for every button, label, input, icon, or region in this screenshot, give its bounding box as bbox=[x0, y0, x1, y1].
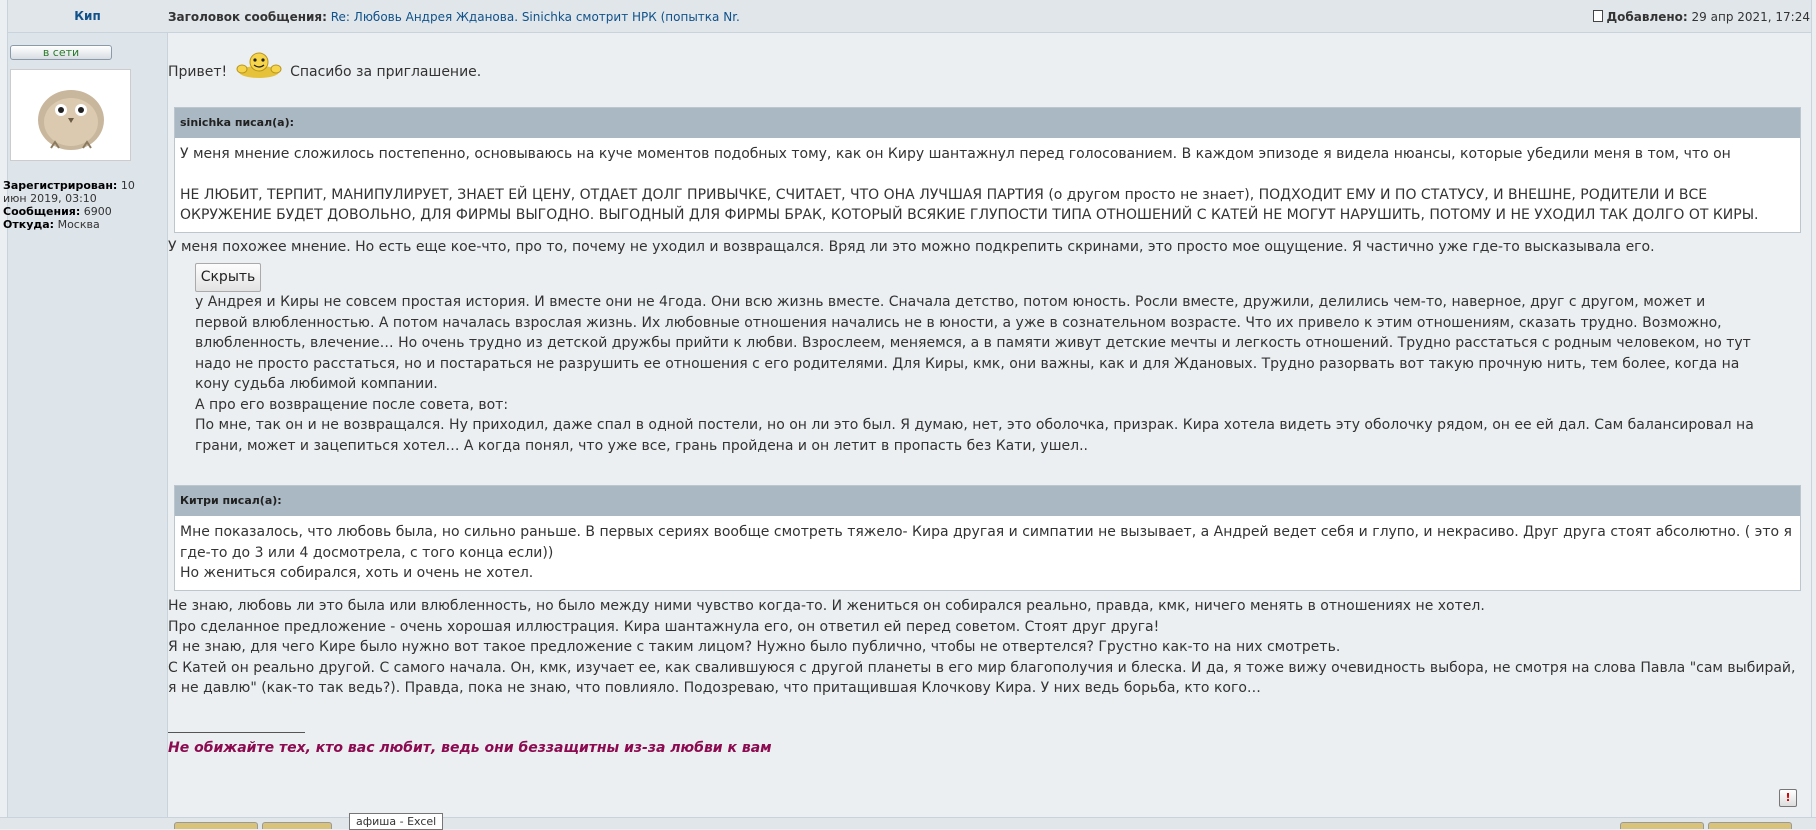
profile-info: Зарегистрирован: 10 июн 2019, 03:10 Сооб… bbox=[3, 179, 153, 231]
quote-author: Китри писал(а): bbox=[175, 486, 1800, 516]
spoiler-paragraph: у Андрея и Киры не совсем простая истори… bbox=[195, 294, 1751, 392]
quote-body: Мне показалось, что любовь была, но силь… bbox=[175, 516, 1800, 590]
quote-paragraph: Но жениться собирался, хоть и очень не х… bbox=[180, 565, 534, 581]
quote-body: У меня мнение сложилось постепенно, осно… bbox=[175, 138, 1800, 232]
hands-clap-smiley-icon bbox=[236, 52, 282, 80]
messages-value: 6900 bbox=[83, 205, 112, 218]
added-label: Добавлено: bbox=[1606, 10, 1688, 24]
author-name[interactable]: Кип bbox=[8, 9, 167, 23]
post-date: Добавлено: 29 апр 2021, 17:24 bbox=[1593, 10, 1810, 24]
subject-link[interactable]: Re: Любовь Андрея Жданова. Sinichka смот… bbox=[331, 10, 740, 24]
reply-line: Я не знаю, для чего Кире было нужно вот … bbox=[168, 639, 1341, 655]
added-date: 29 апр 2021, 17:24 bbox=[1691, 10, 1810, 24]
signature-text: Не обижайте тех, кто вас любит, ведь они… bbox=[168, 740, 772, 756]
reply-paragraph: У меня похожее мнение. Но есть еще кое-ч… bbox=[168, 239, 1655, 255]
report-post-icon[interactable]: ! bbox=[1779, 789, 1797, 807]
spoiler-content: у Андрея и Киры не совсем простая истори… bbox=[195, 292, 1755, 456]
from-label: Откуда: bbox=[3, 218, 55, 231]
spoiler-paragraph: А про его возвращение после совета, вот: bbox=[195, 396, 509, 413]
quote-paragraph: У меня мнение сложилось постепенно, осно… bbox=[180, 146, 1731, 162]
reply-block: Не знаю, любовь ли это была или влюбленн… bbox=[168, 596, 1798, 699]
post-subject: Заголовок сообщения: Re: Любовь Андрея Ж… bbox=[168, 10, 740, 24]
quote-paragraph: Мне показалось, что любовь была, но силь… bbox=[180, 524, 1792, 561]
taskbar-tooltip: афиша - Excel bbox=[349, 813, 444, 830]
quote-paragraph: НЕ ЛЮБИТ, ТЕРПИТ, МАНИПУЛИРУЕТ, ЗНАЕТ ЕЙ… bbox=[180, 186, 1759, 224]
quote-block-sinichka: sinichka писал(а): У меня мнение сложило… bbox=[174, 107, 1801, 233]
online-status-badge: в сети bbox=[10, 45, 112, 60]
spoiler-paragraph: По мне, так он и не возвращался. Ну прих… bbox=[195, 417, 1754, 454]
fluffy-owl-avatar-icon bbox=[11, 70, 130, 160]
post-link-icon[interactable] bbox=[1593, 10, 1604, 22]
quote-author: sinichka писал(а): bbox=[175, 108, 1800, 138]
greeting-before: Привет! bbox=[168, 64, 228, 80]
avatar bbox=[10, 69, 131, 161]
messages-label: Сообщения: bbox=[3, 205, 81, 218]
from-value: Москва bbox=[57, 218, 100, 231]
reply-line: С Катей он реально другой. С самого нача… bbox=[168, 659, 1796, 697]
subject-label: Заголовок сообщения: bbox=[168, 10, 327, 24]
registered-label: Зарегистрирован: bbox=[3, 179, 118, 192]
spoiler-hide-button[interactable]: Скрыть bbox=[195, 263, 261, 292]
reply-line: Про сделанное предложение - очень хороша… bbox=[168, 618, 1160, 635]
reply-line: Не знаю, любовь ли это была или влюбленн… bbox=[168, 598, 1485, 614]
greeting-line: Привет! Спасибо за приглашение. bbox=[168, 52, 481, 83]
signature-divider bbox=[168, 732, 305, 733]
greeting-after: Спасибо за приглашение. bbox=[290, 64, 482, 80]
quote-block-kitri: Китри писал(а): Мне показалось, что любо… bbox=[174, 485, 1801, 591]
